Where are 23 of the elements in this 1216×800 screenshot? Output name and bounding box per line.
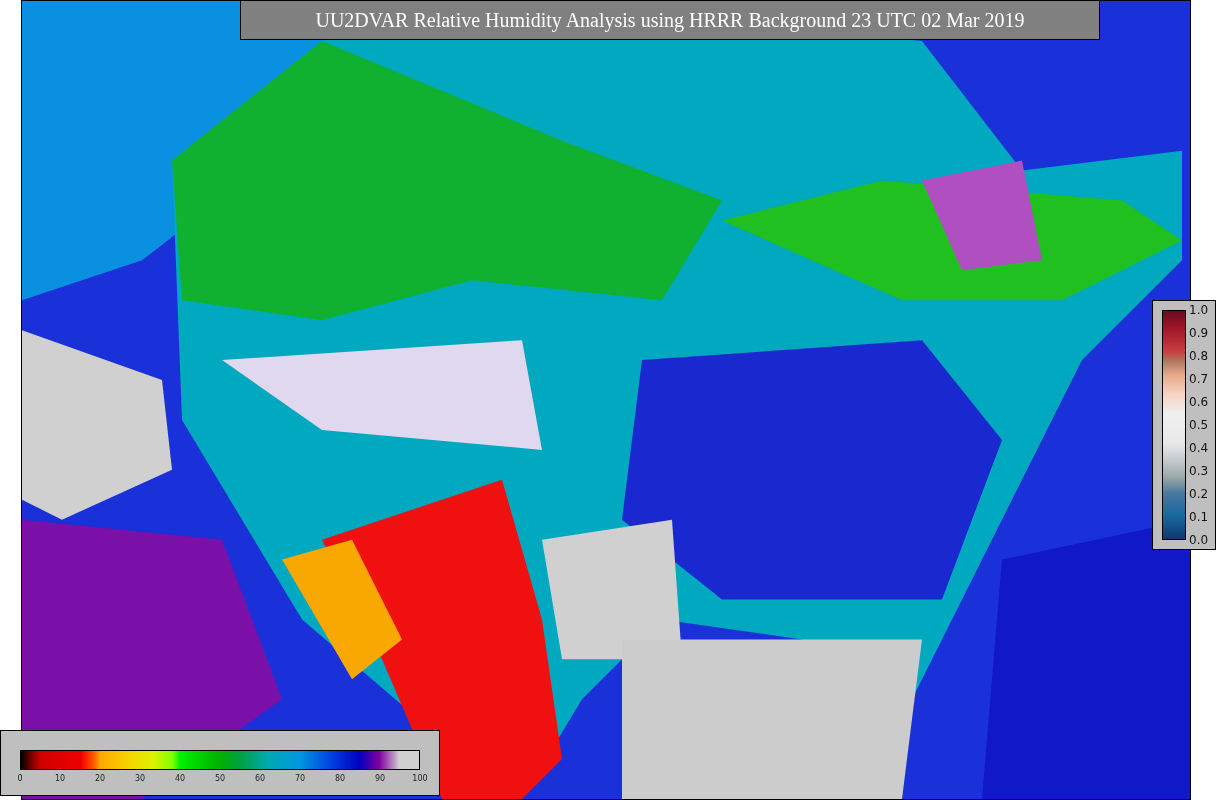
scale-label: 60	[253, 774, 267, 783]
scale-label: 0.9	[1189, 327, 1209, 339]
scale-label: 80	[333, 774, 347, 783]
scale-label: 0.5	[1189, 419, 1209, 431]
scale-label: 20	[93, 774, 107, 783]
scale-label: 0.2	[1189, 488, 1209, 500]
scale-label: 0.8	[1189, 350, 1209, 362]
scale-label: 50	[213, 774, 227, 783]
scale-label: 0.4	[1189, 442, 1209, 454]
scale-label: 0.0	[1189, 534, 1209, 546]
scale-label: 90	[373, 774, 387, 783]
scale-label: 0.3	[1189, 465, 1209, 477]
scale-label: 0.6	[1189, 396, 1209, 408]
scale-label: 40	[173, 774, 187, 783]
scale-label: 0.7	[1189, 373, 1209, 385]
scale-label: 0.1	[1189, 511, 1209, 523]
scale-label: 10	[53, 774, 67, 783]
scale-label: 70	[293, 774, 307, 783]
scale-label: 1.0	[1189, 304, 1209, 316]
scale-label: 30	[133, 774, 147, 783]
scale-label: 0	[16, 774, 24, 783]
scale-label: 100	[411, 774, 429, 783]
chart-title: UU2DVAR Relative Humidity Analysis using HRRR Background 23 UTC 02 Mar 2019	[240, 0, 1100, 40]
